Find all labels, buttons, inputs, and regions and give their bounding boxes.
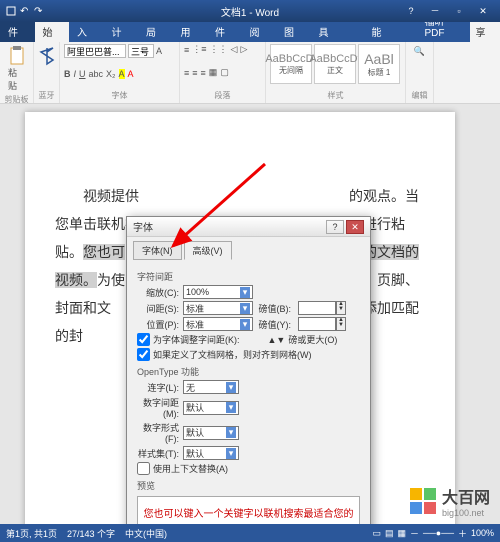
paragraph-group-label: 段落 (184, 90, 261, 101)
view-web-icon[interactable]: ▦ (397, 528, 406, 539)
save-icon[interactable] (6, 6, 16, 16)
dialog-help[interactable]: ? (326, 220, 344, 234)
spacing-select[interactable]: 标准▾ (183, 301, 253, 315)
dialog-title: 字体 (133, 219, 153, 234)
font-color-button[interactable]: A (128, 69, 134, 79)
window-minimize[interactable]: － (424, 3, 446, 19)
status-words[interactable]: 27/143 个字 (67, 527, 115, 540)
multilevel-icon[interactable]: ⋮⋮ (210, 44, 228, 55)
bullets-icon[interactable]: ≡ (184, 45, 189, 55)
window-restore[interactable]: ▫ (448, 3, 470, 19)
style-normal[interactable]: AaBbCcDt正文 (314, 44, 356, 84)
align-left-icon[interactable]: ≡ (184, 68, 189, 78)
kern-checkbox[interactable] (137, 333, 150, 346)
styles-group-label: 样式 (270, 90, 401, 101)
status-lang[interactable]: 中文(中国) (125, 527, 167, 540)
zoom-slider[interactable]: ──●── (423, 528, 454, 538)
style-heading1[interactable]: AaBl标题 1 (358, 44, 400, 84)
zoom-out[interactable]: － (410, 527, 419, 540)
view-print-icon[interactable]: ▤ (385, 528, 394, 539)
position-value-input[interactable] (298, 317, 336, 331)
zoom-in[interactable]: ＋ (458, 527, 467, 540)
shading-icon[interactable]: ▦ (209, 67, 218, 78)
bluetooth-button[interactable] (38, 44, 55, 68)
status-page[interactable]: 第1页, 共1页 (6, 527, 57, 540)
scale-select[interactable]: 100%▾ (183, 285, 253, 299)
strike-button[interactable]: abc (89, 69, 104, 79)
redo-icon[interactable]: ↷ (34, 6, 44, 16)
window-help[interactable]: ? (400, 3, 422, 19)
watermark-logo: 大百网 big100.net (410, 484, 490, 518)
indent-inc-icon[interactable]: ▷ (240, 44, 247, 55)
borders-icon[interactable]: ▢ (220, 67, 229, 78)
window-title: 文档1 - Word (221, 4, 279, 19)
align-right-icon[interactable]: ≡ (201, 68, 206, 78)
undo-icon[interactable]: ↶ (20, 6, 30, 16)
view-read-icon[interactable]: ▭ (372, 528, 381, 539)
paste-button[interactable]: 粘贴 (4, 44, 29, 94)
numform-select[interactable]: 默认▾ (183, 426, 239, 440)
bold-button[interactable]: B (64, 69, 71, 79)
italic-button[interactable]: I (74, 69, 77, 79)
position-select[interactable]: 标准▾ (183, 317, 253, 331)
grow-font-icon[interactable]: A (156, 46, 162, 56)
ligatures-select[interactable]: 无▾ (183, 380, 239, 394)
section-opentype: OpenType 功能 (137, 365, 360, 378)
chevron-down-icon: ▾ (240, 303, 250, 314)
position-spinner[interactable]: ▲▼ (336, 317, 346, 331)
numspace-select[interactable]: 默认▾ (183, 401, 239, 415)
preview-label: 预览 (137, 479, 360, 492)
bluetooth-group-label: 蓝牙 (38, 90, 55, 101)
subscript-button[interactable]: X₂ (106, 69, 116, 79)
window-close[interactable]: ✕ (472, 3, 494, 19)
dialog-tab-font[interactable]: 字体(N) (133, 241, 182, 260)
editing-button[interactable]: 🔍 (410, 44, 429, 59)
font-name-input[interactable] (64, 44, 126, 58)
selected-text-1: 您也可 (83, 244, 125, 260)
style-nospace[interactable]: AaBbCcDt无间隔 (270, 44, 312, 84)
grid-checkbox[interactable] (137, 348, 150, 361)
editing-group-label: 编辑 (410, 90, 429, 101)
spacing-spinner[interactable]: ▲▼ (336, 301, 346, 315)
indent-dec-icon[interactable]: ◁ (231, 44, 238, 55)
chevron-down-icon: ▾ (240, 319, 250, 330)
chevron-down-icon: ▾ (240, 287, 250, 298)
dialog-tab-advanced[interactable]: 高级(V) (184, 241, 232, 260)
align-center-icon[interactable]: ≡ (192, 68, 197, 78)
numbering-icon[interactable]: ⋮≡ (192, 44, 206, 55)
search-icon: 🔍 (414, 46, 425, 57)
styleset-select[interactable]: 默认▾ (183, 446, 239, 460)
section-spacing: 字符间距 (137, 270, 360, 283)
spacing-value-input[interactable] (298, 301, 336, 315)
underline-button[interactable]: U (79, 69, 86, 79)
font-group-label: 字体 (64, 90, 175, 101)
zoom-level[interactable]: 100% (471, 528, 494, 538)
font-size-input[interactable] (128, 44, 154, 58)
dialog-close[interactable]: ✕ (346, 220, 364, 234)
highlight-button[interactable]: A (119, 69, 125, 79)
font-dialog: 字体 ? ✕ 字体(N) 高级(V) 字符间距 缩放(C): 100%▾ 间距(… (126, 216, 371, 542)
context-checkbox[interactable] (137, 462, 150, 475)
